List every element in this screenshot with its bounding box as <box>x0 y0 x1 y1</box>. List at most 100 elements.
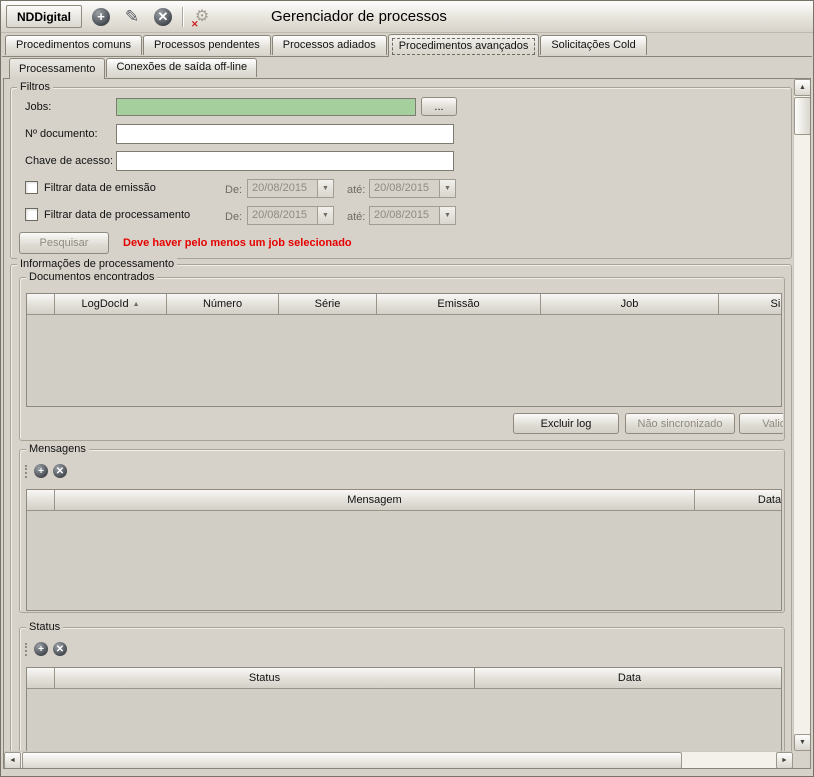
status-clip: + ✕ Status Data <box>21 629 783 769</box>
row-selector-header[interactable] <box>27 294 55 315</box>
dropdown-arrow-icon: ▼ <box>439 207 455 224</box>
documents-grid-body[interactable] <box>27 315 781 407</box>
processamento-de-datepicker[interactable]: 20/08/2015 ▼ <box>247 206 334 225</box>
tab-label: Procedimentos avançados <box>399 40 529 52</box>
processamento-ate-datepicker[interactable]: 20/08/2015 ▼ <box>369 206 456 225</box>
tab-conexoes-saida-offline[interactable]: Conexões de saída off-line <box>106 58 257 77</box>
filtrar-processamento-checkbox[interactable] <box>25 208 38 221</box>
tab-processamento[interactable]: Processamento <box>9 58 105 79</box>
pencil-icon: ✎ <box>125 8 139 25</box>
excluir-log-button[interactable]: Excluir log <box>513 413 619 434</box>
chave-acesso-input[interactable] <box>116 151 454 171</box>
scrollbar-corner <box>793 751 810 768</box>
col-label: Job <box>621 298 639 310</box>
col-header-logdocid[interactable]: LogDocId ▲ <box>55 294 167 315</box>
emissao-de-value: 20/08/2015 <box>248 180 317 197</box>
col-label: LogDocId <box>81 298 128 310</box>
filtrar-emissao-checkbox[interactable] <box>25 181 38 194</box>
tab-label: Procedimentos comuns <box>16 39 131 51</box>
col-label: Status <box>249 672 280 684</box>
filtrar-processamento-label: Filtrar data de processamento <box>44 208 190 222</box>
tab-solicitacoes-cold[interactable]: Solicitações Cold <box>540 35 646 55</box>
red-x-overlay-icon: ✕ <box>191 19 199 30</box>
processamento-de-value: 20/08/2015 <box>248 207 317 224</box>
processamento-de-label: De: <box>225 210 242 224</box>
filtros-groupbox: Filtros Jobs: ... Nº documento: Chave de… <box>10 87 792 259</box>
jobs-browse-button[interactable]: ... <box>421 97 457 116</box>
col-header-emissao[interactable]: Emissão <box>377 294 541 315</box>
tab-label: Processos pendentes <box>154 39 260 51</box>
processamento-ate-label: até: <box>347 210 365 224</box>
scroll-left-button[interactable]: ◄ <box>4 752 21 769</box>
informacoes-legend: Informações de processamento <box>17 258 177 271</box>
row-selector-header[interactable] <box>27 490 55 511</box>
col-header-data[interactable]: Data <box>475 668 782 689</box>
pesquisar-button[interactable]: Pesquisar <box>19 232 109 254</box>
documentos-encontrados-groupbox: Documentos encontrados LogDocId ▲ Número <box>19 277 785 441</box>
col-label: Número <box>203 298 242 310</box>
mensagens-delete-icon[interactable]: ✕ <box>53 464 67 478</box>
col-header-job[interactable]: Job <box>541 294 719 315</box>
nao-sincronizado-button[interactable]: Não sincronizado <box>625 413 735 434</box>
status-delete-icon[interactable]: ✕ <box>53 642 67 656</box>
documento-input[interactable] <box>116 124 454 144</box>
horizontal-scrollbar[interactable]: ◄ ► <box>4 751 793 768</box>
documentos-clip: LogDocId ▲ Número Série Emissão <box>21 279 783 439</box>
col-label: Emissão <box>437 298 479 310</box>
main-toolbar: NDDigital + ✎ ✕ ⚙ ✕ Gerenciador de proce… <box>1 1 813 33</box>
toolbar-grip <box>25 643 27 656</box>
edit-button[interactable]: ✎ <box>120 5 144 29</box>
col-header-mensagem[interactable]: Mensagem <box>55 490 695 511</box>
col-label: Série <box>315 298 341 310</box>
sort-asc-icon: ▲ <box>133 301 140 308</box>
documents-grid: LogDocId ▲ Número Série Emissão <box>26 293 782 407</box>
row-selector-header[interactable] <box>27 668 55 689</box>
status-toolbar: + ✕ <box>25 641 67 657</box>
tab-processos-adiados[interactable]: Processos adiados <box>272 35 387 55</box>
tab-label: Conexões de saída off-line <box>116 61 247 73</box>
emissao-ate-value: 20/08/2015 <box>370 180 439 197</box>
scroll-up-button[interactable]: ▲ <box>794 79 811 96</box>
col-header-sincronizado[interactable]: Sin <box>719 294 782 315</box>
mensagens-add-icon[interactable]: + <box>34 464 48 478</box>
processamento-panel: Filtros Jobs: ... Nº documento: Chave de… <box>3 78 811 769</box>
col-header-serie[interactable]: Série <box>279 294 377 315</box>
jobs-input[interactable] <box>116 98 416 116</box>
tab-procedimentos-avancados[interactable]: Procedimentos avançados <box>388 34 540 57</box>
vertical-scroll-thumb[interactable] <box>794 97 811 135</box>
scroll-right-button[interactable]: ► <box>776 752 793 769</box>
status-add-icon[interactable]: + <box>34 642 48 656</box>
main-tab-strip: Procedimentos comuns Processos pendentes… <box>5 34 813 57</box>
messages-grid-body[interactable] <box>27 511 781 611</box>
app-window: NDDigital + ✎ ✕ ⚙ ✕ Gerenciador de proce… <box>0 0 814 777</box>
tab-processos-pendentes[interactable]: Processos pendentes <box>143 35 271 55</box>
emissao-ate-label: até: <box>347 183 365 197</box>
nddigital-menu-button[interactable]: NDDigital <box>6 5 82 28</box>
jobs-label: Jobs: <box>25 100 51 114</box>
col-label: Sin <box>771 298 782 310</box>
col-header-data[interactable]: Data <box>695 490 782 511</box>
documents-grid-header: LogDocId ▲ Número Série Emissão <box>27 294 781 315</box>
dropdown-arrow-icon: ▼ <box>439 180 455 197</box>
delete-button[interactable]: ✕ <box>151 5 175 29</box>
emissao-ate-datepicker[interactable]: 20/08/2015 ▼ <box>369 179 456 198</box>
delete-icon: ✕ <box>154 8 172 26</box>
horizontal-scroll-thumb[interactable] <box>22 752 682 769</box>
tab-label: Solicitações Cold <box>551 39 635 51</box>
validar-button[interactable]: Validar <box>739 413 783 434</box>
add-button[interactable]: + <box>89 5 113 29</box>
processamento-ate-value: 20/08/2015 <box>370 207 439 224</box>
status-grid-header: Status Data <box>27 668 781 689</box>
emissao-de-datepicker[interactable]: 20/08/2015 ▼ <box>247 179 334 198</box>
jobs-warning-text: Deve haver pelo menos um job selecionado <box>123 237 352 249</box>
tab-label: Processos adiados <box>283 39 376 51</box>
col-header-status[interactable]: Status <box>55 668 475 689</box>
tab-procedimentos-comuns[interactable]: Procedimentos comuns <box>5 35 142 55</box>
col-label: Data <box>618 672 641 684</box>
documento-label: Nº documento: <box>25 127 98 141</box>
scroll-down-button[interactable]: ▼ <box>794 734 811 751</box>
informacoes-processamento-groupbox: Informações de processamento Documentos … <box>10 264 792 769</box>
messages-grid-header: Mensagem Data <box>27 490 781 511</box>
col-header-numero[interactable]: Número <box>167 294 279 315</box>
vertical-scrollbar[interactable]: ▲ ▼ <box>793 79 810 751</box>
